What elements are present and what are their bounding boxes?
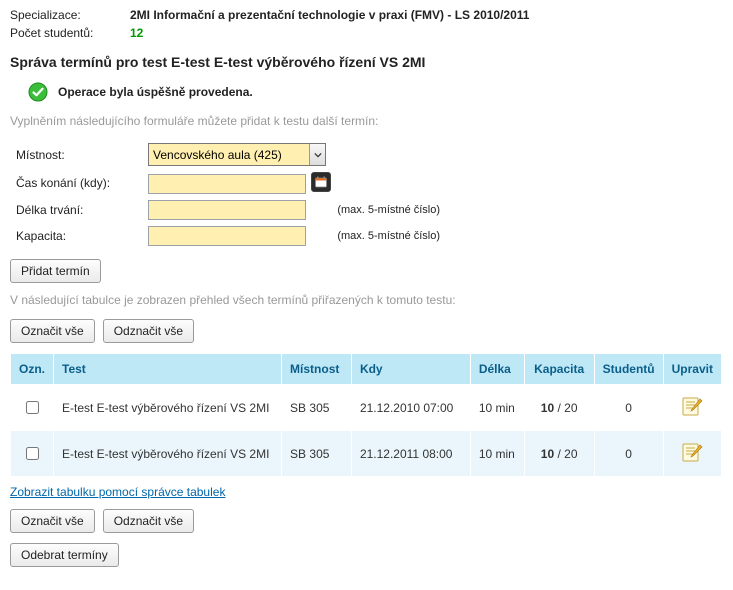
- cell-students: 0: [594, 385, 663, 431]
- terms-table: Ozn. Test Místnost Kdy Délka Kapacita St…: [10, 353, 722, 477]
- add-term-form: Místnost: Čas konání (kdy): Délka trvání…: [10, 140, 446, 249]
- success-text: Operace byla úspěšně provedena.: [58, 85, 253, 99]
- cell-room: SB 305: [282, 385, 352, 431]
- time-label: Čas konání (kdy):: [10, 169, 148, 197]
- deselect-all-top-button[interactable]: Odznačit vše: [103, 319, 194, 343]
- cell-test: E-test E-test výběrového řízení VS 2MI: [54, 385, 282, 431]
- form-intro: Vyplněním následujícího formuláře můžete…: [10, 114, 723, 128]
- room-select-value[interactable]: [149, 144, 309, 165]
- col-test: Test: [54, 354, 282, 385]
- cell-duration: 10 min: [470, 385, 524, 431]
- cell-when: 21.12.2011 08:00: [351, 431, 470, 477]
- spec-label: Specializace:: [10, 8, 130, 22]
- chevron-down-icon[interactable]: [309, 144, 325, 165]
- time-input[interactable]: [148, 174, 306, 194]
- capacity-input[interactable]: [148, 226, 306, 246]
- spec-value: 2MI Informační a prezentační technologie…: [130, 8, 529, 22]
- table-row: E-test E-test výběrového řízení VS 2MI S…: [11, 385, 722, 431]
- col-duration: Délka: [470, 354, 524, 385]
- duration-label: Délka trvání:: [10, 197, 148, 223]
- cell-test: E-test E-test výběrového řízení VS 2MI: [54, 431, 282, 477]
- col-capacity: Kapacita: [524, 354, 594, 385]
- select-all-bottom-button[interactable]: Označit vše: [10, 509, 95, 533]
- list-intro: V následující tabulce je zobrazen přehle…: [10, 293, 723, 307]
- col-edit: Upravit: [663, 354, 721, 385]
- capacity-label: Kapacita:: [10, 223, 148, 249]
- col-mark: Ozn.: [11, 354, 54, 385]
- add-term-button[interactable]: Přidat termín: [10, 259, 101, 283]
- remove-terms-button[interactable]: Odebrat termíny: [10, 543, 119, 567]
- row-checkbox[interactable]: [26, 447, 39, 460]
- col-when: Kdy: [351, 354, 470, 385]
- success-check-icon: [28, 82, 48, 102]
- capacity-hint: (max. 5-místné číslo): [337, 223, 446, 249]
- page-title: Správa termínů pro test E-test E-test vý…: [10, 54, 723, 70]
- cell-duration: 10 min: [470, 431, 524, 477]
- col-students: Studentů: [594, 354, 663, 385]
- row-checkbox[interactable]: [26, 401, 39, 414]
- cell-students: 0: [594, 431, 663, 477]
- edit-icon[interactable]: [681, 395, 703, 417]
- edit-icon[interactable]: [681, 441, 703, 463]
- success-banner: Operace byla úspěšně provedena.: [28, 82, 723, 102]
- cell-capacity: 10 / 20: [524, 385, 594, 431]
- cell-room: SB 305: [282, 431, 352, 477]
- cell-capacity: 10 / 20: [524, 431, 594, 477]
- deselect-all-bottom-button[interactable]: Odznačit vše: [103, 509, 194, 533]
- duration-hint: (max. 5-místné číslo): [337, 197, 446, 223]
- col-room: Místnost: [282, 354, 352, 385]
- room-select[interactable]: [148, 143, 326, 166]
- cell-when: 21.12.2010 07:00: [351, 385, 470, 431]
- duration-input[interactable]: [148, 200, 306, 220]
- calendar-icon[interactable]: [311, 172, 331, 192]
- room-label: Místnost:: [10, 140, 148, 169]
- students-label: Počet studentů:: [10, 26, 130, 40]
- show-table-manager-link[interactable]: Zobrazit tabulku pomocí správce tabulek: [10, 485, 225, 499]
- students-value: 12: [130, 26, 143, 40]
- select-all-top-button[interactable]: Označit vše: [10, 319, 95, 343]
- table-row: E-test E-test výběrového řízení VS 2MI S…: [11, 431, 722, 477]
